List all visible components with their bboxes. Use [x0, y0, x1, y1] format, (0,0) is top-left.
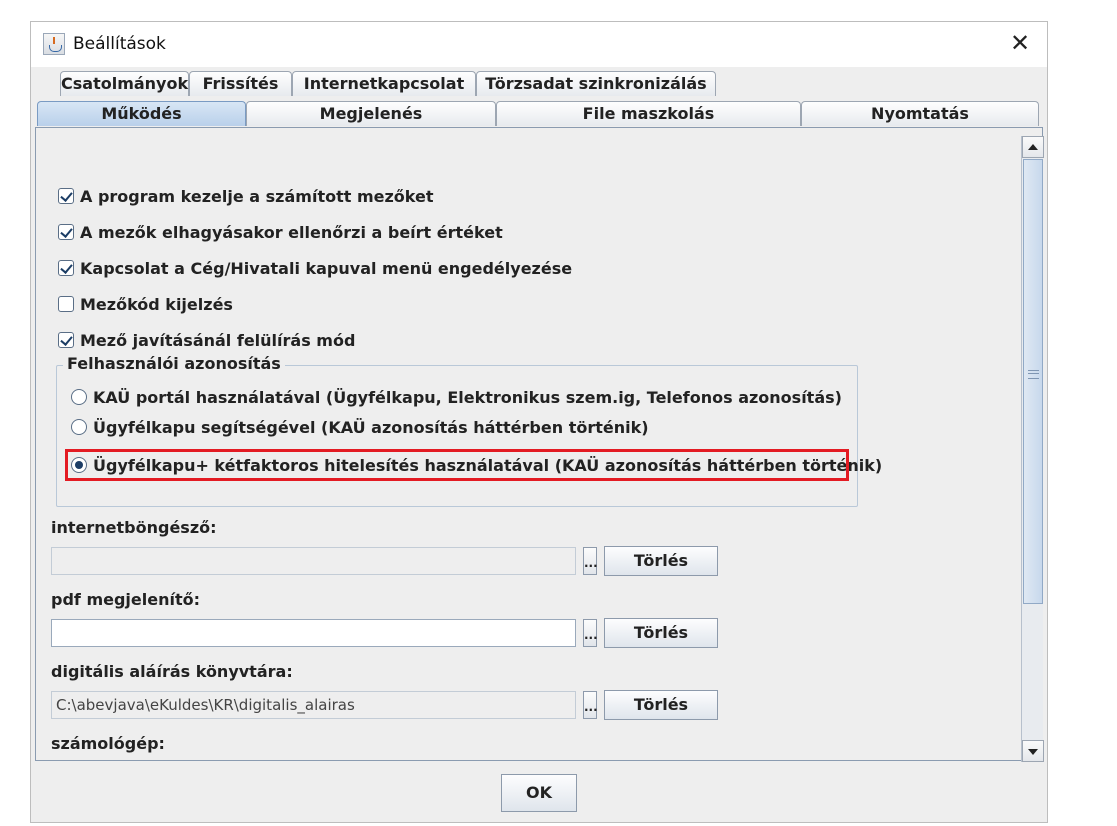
radio-label: KAÜ portál használatával (Ügyfélkapu, El… [93, 387, 842, 407]
checkbox-label: A mezők elhagyásakor ellenőrzi a beírt é… [80, 222, 503, 242]
tab-internetkapcsolat[interactable]: Internetkapcsolat [292, 71, 476, 96]
close-icon[interactable]: ✕ [1007, 30, 1033, 56]
checkbox-box[interactable] [58, 296, 74, 312]
browser-clear-button[interactable]: Törlés [604, 546, 718, 576]
pdf-viewer-path-input[interactable] [51, 619, 576, 647]
scroll-down-icon[interactable] [1022, 740, 1044, 762]
tab-content-panel: A program kezelje a számított mezőket A … [35, 127, 1044, 762]
radio-label: Ügyfélkapu segítségével (KAÜ azonosítás … [93, 417, 649, 437]
pdf-viewer-browse-button[interactable]: ... [583, 619, 598, 647]
browser-path-input[interactable] [51, 547, 576, 575]
scroll-up-icon[interactable] [1022, 136, 1044, 158]
signature-dir-label: digitális aláírás könyvtára: [51, 662, 293, 681]
radio-button[interactable] [71, 389, 87, 405]
checkbox-validate-on-leave[interactable]: A mezők elhagyásakor ellenőrzi a beírt é… [58, 221, 503, 243]
tab-frissites[interactable]: Frissítés [189, 71, 292, 96]
checkbox-computed-fields[interactable]: A program kezelje a számított mezőket [58, 185, 434, 207]
checkbox-box[interactable] [58, 260, 74, 276]
checkbox-company-gateway-menu[interactable]: Kapcsolat a Cég/Hivatali kapuval menü en… [58, 257, 572, 279]
window-title: Beállítások [73, 34, 166, 54]
title-bar: Beállítások ✕ [31, 22, 1047, 67]
checkbox-overwrite-mode[interactable]: Mező javításánál felülírás mód [58, 329, 355, 351]
ok-button[interactable]: OK [501, 774, 577, 812]
checkbox-field-code-display[interactable]: Mezőkód kijelzés [58, 293, 233, 315]
grip-icon [1028, 370, 1039, 379]
auth-group: Felhasználói azonosítás KAÜ portál haszn… [56, 354, 882, 507]
vertical-scrollbar[interactable] [1021, 136, 1044, 762]
checkbox-box[interactable] [58, 224, 74, 240]
checkbox-label: A program kezelje a számított mezőket [80, 186, 434, 206]
signature-dir-browse-button[interactable]: ... [583, 691, 598, 719]
tab-mukodes[interactable]: Működés [37, 101, 246, 126]
radio-kau-portal[interactable]: KAÜ portál használatával (Ügyfélkapu, El… [71, 386, 842, 408]
radio-ugyfelkapu[interactable]: Ügyfélkapu segítségével (KAÜ azonosítás … [71, 416, 649, 438]
java-app-icon [43, 33, 65, 55]
checkbox-label: Mező javításánál felülírás mód [80, 330, 356, 350]
browser-browse-button[interactable]: ... [583, 547, 598, 575]
tab-megjelenes[interactable]: Megjelenés [246, 101, 496, 126]
tab-nyomtatas[interactable]: Nyomtatás [801, 101, 1039, 126]
checkbox-label: Mezőkód kijelzés [80, 294, 233, 314]
checkbox-label: Kapcsolat a Cég/Hivatali kapuval menü en… [80, 258, 573, 278]
tab-csatolmanyok[interactable]: Csatolmányok [60, 71, 189, 96]
tab-torzsadat-szinkronizalas[interactable]: Törzsadat szinkronizálás [476, 71, 716, 96]
browser-label: internetböngésző: [51, 518, 217, 537]
highlight-box [65, 449, 849, 481]
checkbox-box[interactable] [58, 188, 74, 204]
signature-dir-clear-button[interactable]: Törlés [604, 690, 718, 720]
radio-button[interactable] [71, 419, 87, 435]
tab-file-maszkolas[interactable]: File maszkolás [496, 101, 801, 126]
calculator-label: számológép: [51, 734, 165, 753]
pdf-viewer-label: pdf megjelenítő: [51, 590, 200, 609]
auth-group-legend: Felhasználói azonosítás [63, 354, 285, 373]
scrollbar-thumb[interactable] [1023, 159, 1043, 604]
settings-dialog: Beállítások ✕ Csatolmányok Frissítés Int… [30, 21, 1048, 823]
signature-dir-input[interactable] [51, 691, 576, 719]
checkbox-box[interactable] [58, 332, 74, 348]
pdf-viewer-clear-button[interactable]: Törlés [604, 618, 718, 648]
